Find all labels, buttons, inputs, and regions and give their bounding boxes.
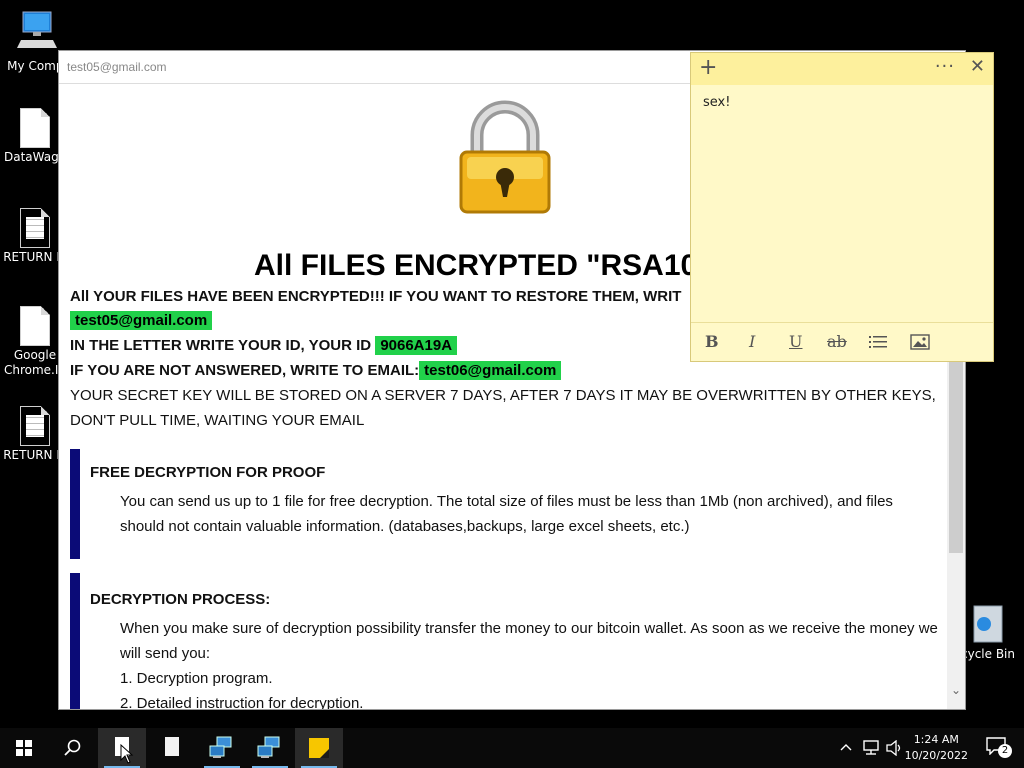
padlock-icon bbox=[459, 100, 551, 214]
windows-logo-icon bbox=[16, 740, 32, 756]
id-line: IN THE LETTER WRITE YOUR ID, YOUR ID 906… bbox=[70, 336, 458, 355]
close-icon[interactable]: ✕ bbox=[970, 56, 985, 77]
taskbar-app-notepad-active[interactable] bbox=[98, 728, 146, 768]
clock-time: 1:24 AM bbox=[913, 733, 959, 746]
image-icon[interactable] bbox=[910, 334, 930, 350]
network-computer-icon bbox=[209, 736, 232, 758]
backup-email-highlight: test06@gmail.com bbox=[419, 361, 562, 380]
taskbar-app-network-2[interactable] bbox=[246, 728, 294, 768]
list-item: 1. Decryption program. bbox=[120, 670, 273, 687]
network-computer-icon bbox=[257, 736, 280, 758]
taskbar-app-sticky-notes[interactable] bbox=[295, 728, 343, 768]
section-decryption-process: DECRYPTION PROCESS: When you make sure o… bbox=[70, 573, 940, 709]
warning-line: YOUR SECRET KEY WILL BE STORED ON A SERV… bbox=[70, 387, 936, 404]
sticky-note-toolbar: B I U ab bbox=[691, 322, 993, 361]
search-icon bbox=[64, 739, 81, 756]
id-prefix: IN THE LETTER WRITE YOUR ID, YOUR ID bbox=[70, 337, 372, 354]
document-icon bbox=[165, 737, 179, 756]
email-highlight: test05@gmail.com bbox=[70, 311, 213, 330]
taskbar: 1:24 AM 10/20/2022 2 bbox=[0, 728, 1024, 768]
section-title: DECRYPTION PROCESS: bbox=[90, 591, 271, 608]
email-line: test05@gmail.com bbox=[70, 311, 213, 330]
desktop-icon-label: cycle Bin bbox=[961, 647, 1015, 661]
sticky-note-text[interactable]: sex! bbox=[703, 95, 730, 110]
backup-email-line: IF YOU ARE NOT ANSWERED, WRITE TO EMAIL:… bbox=[70, 361, 562, 380]
strikethrough-button[interactable]: ab bbox=[827, 332, 847, 351]
search-button[interactable] bbox=[48, 728, 96, 768]
recycle-bin-icon bbox=[973, 605, 1003, 643]
instruction-line: All YOUR FILES HAVE BEEN ENCRYPTED!!! IF… bbox=[70, 288, 682, 305]
bullet-list-icon[interactable] bbox=[869, 335, 887, 349]
sticky-notes-icon bbox=[309, 738, 329, 758]
list-item: 2. Detailed instruction for decryption. bbox=[120, 695, 364, 709]
network-icon[interactable] bbox=[862, 740, 880, 756]
headline: All FILES ENCRYPTED "RSA10 bbox=[254, 249, 698, 282]
sticky-note-header[interactable]: + ··· ✕ bbox=[691, 53, 993, 85]
underline-button[interactable]: U bbox=[789, 332, 802, 351]
add-note-icon[interactable]: + bbox=[699, 55, 717, 80]
id-highlight: 9066A19A bbox=[375, 336, 458, 355]
clock-date: 10/20/2022 bbox=[904, 749, 968, 762]
taskbar-app-network-1[interactable] bbox=[198, 728, 246, 768]
action-center-button[interactable]: 2 bbox=[986, 737, 1012, 759]
warning-line-2: DON'T PULL TIME, WAITING YOUR EMAIL bbox=[70, 412, 365, 429]
notification-count-badge: 2 bbox=[998, 744, 1012, 758]
volume-icon[interactable] bbox=[886, 740, 904, 756]
more-options-icon[interactable]: ··· bbox=[935, 56, 955, 77]
file-icon bbox=[20, 108, 50, 148]
file-icon bbox=[20, 306, 50, 346]
computer-icon bbox=[17, 11, 57, 48]
text-file-icon bbox=[20, 208, 50, 248]
mouse-cursor-icon bbox=[120, 744, 134, 764]
italic-button[interactable]: I bbox=[749, 332, 755, 351]
sticky-note[interactable]: + ··· ✕ sex! B I U ab bbox=[690, 52, 994, 362]
start-button[interactable] bbox=[0, 728, 48, 768]
scroll-down-arrow-icon[interactable]: ⌄ bbox=[949, 683, 963, 697]
bold-button[interactable]: B bbox=[705, 332, 719, 351]
show-hidden-icons-chevron-icon[interactable] bbox=[840, 742, 852, 752]
backup-email-prefix: IF YOU ARE NOT ANSWERED, WRITE TO EMAIL: bbox=[70, 362, 420, 379]
section-text: When you make sure of decryption possibi… bbox=[120, 620, 938, 662]
section-free-decryption: FREE DECRYPTION FOR PROOF You can send u… bbox=[70, 449, 940, 559]
taskbar-app-document[interactable] bbox=[148, 728, 196, 768]
desktop-icon-recycle-bin[interactable]: cycle Bin bbox=[958, 600, 1018, 661]
section-title: FREE DECRYPTION FOR PROOF bbox=[90, 464, 326, 481]
system-clock[interactable]: 1:24 AM 10/20/2022 bbox=[905, 732, 968, 764]
text-file-icon bbox=[20, 406, 50, 446]
section-text: You can send us up to 1 file for free de… bbox=[120, 493, 893, 535]
